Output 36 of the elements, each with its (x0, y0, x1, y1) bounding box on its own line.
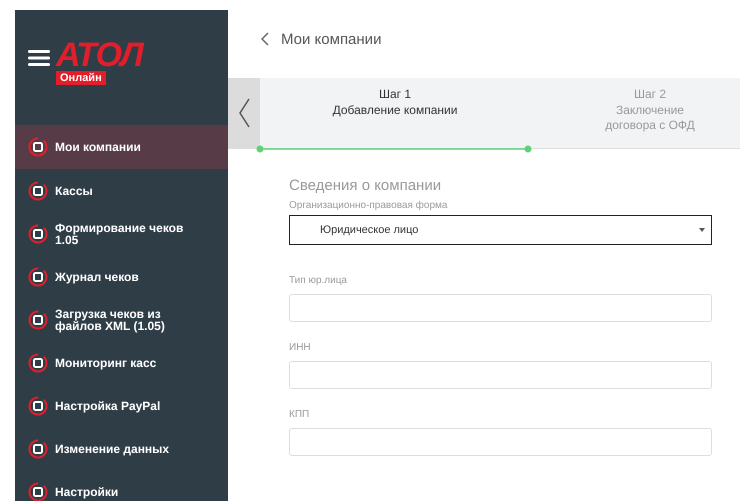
input-field[interactable] (289, 428, 712, 456)
dropdown-arrow-icon (699, 228, 705, 232)
sidebar-item[interactable]: Формирование чеков 1.05 (15, 212, 228, 255)
sidebar-item[interactable]: Кассы (15, 169, 228, 212)
sidebar-item[interactable]: Настройки (15, 470, 228, 501)
ring-icon (28, 396, 48, 416)
ring-icon (28, 180, 48, 200)
sidebar-item[interactable]: Журнал чеков (15, 255, 228, 298)
input-field[interactable] (289, 294, 712, 322)
chevron-left-icon (238, 98, 250, 128)
back-icon[interactable] (261, 32, 269, 46)
field-label: Тип юр.лица (289, 275, 348, 286)
brand-logo-text: АТОЛ (56, 40, 143, 70)
ring-icon (28, 310, 48, 330)
ring-icon (28, 352, 48, 372)
sidebar-item[interactable]: Изменение данных (15, 427, 228, 470)
field-label: ИНН (289, 342, 312, 353)
logo-badge: Онлайн (56, 71, 106, 85)
ring-icon (28, 482, 48, 501)
sidebar-item[interactable]: Настройка PayPal (15, 384, 228, 427)
field-label: Организационно-правовая форма (289, 200, 448, 211)
ring-icon (28, 438, 48, 458)
sidebar-item[interactable]: Мониторинг касс (15, 341, 228, 384)
sidebar-item[interactable]: Мои компании (15, 125, 228, 169)
ring-icon (28, 224, 48, 244)
field-label: КПП (289, 409, 310, 420)
menu-icon[interactable] (28, 50, 50, 66)
ring-icon (28, 137, 48, 157)
page-title: Мои компании (281, 30, 382, 48)
section-title: Сведения о компании (289, 177, 442, 194)
sidebar-item[interactable]: Загрузка чеков из файлов XML (1.05) (15, 298, 228, 341)
ring-icon (28, 266, 48, 286)
input-field[interactable] (289, 361, 712, 389)
dropdown-field[interactable]: Юридическое лицо (289, 215, 712, 245)
previous-step-button[interactable] (228, 78, 260, 148)
step-tab[interactable]: Шаг 1 Добавление компании (260, 78, 530, 148)
